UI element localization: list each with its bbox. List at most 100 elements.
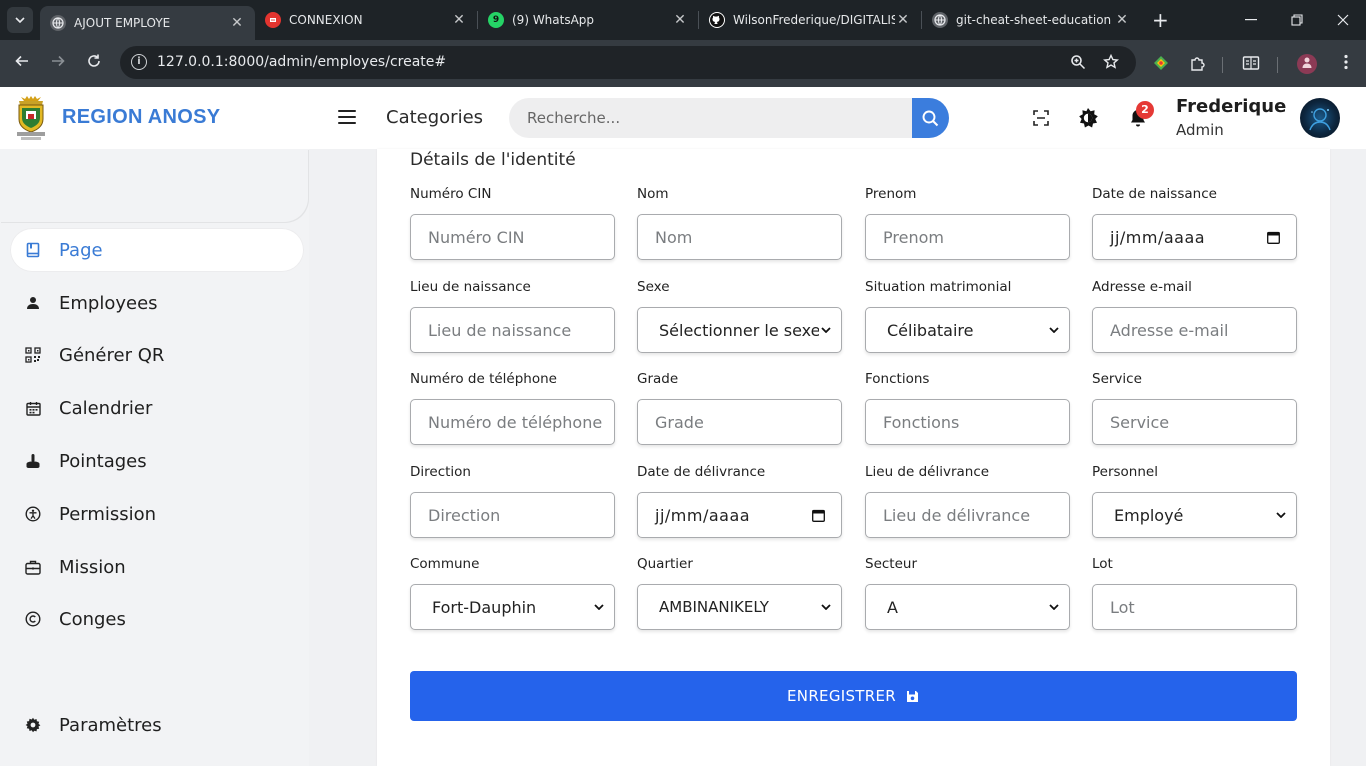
- sexe-select[interactable]: Sélectionner le sexe: [637, 307, 842, 353]
- tab-title: git-cheat-sheet-education: [956, 13, 1112, 27]
- sidebar-item-pointages[interactable]: Pointages: [10, 439, 304, 483]
- save-button[interactable]: ENREGISTRER: [410, 671, 1297, 721]
- back-button[interactable]: [10, 52, 34, 76]
- site-info-icon[interactable]: i: [131, 54, 147, 70]
- whatsapp-icon: 9: [488, 12, 504, 28]
- user-name: Frederique: [1176, 96, 1287, 117]
- sidebar-item-calendrier[interactable]: Calendrier: [10, 386, 304, 430]
- date-delivrance-value: jj/mm/aaaa: [655, 505, 751, 525]
- chevron-down-icon: [15, 17, 25, 23]
- close-icon: [1337, 14, 1349, 26]
- extensions-puzzle-icon[interactable]: [1188, 54, 1208, 74]
- cin-input[interactable]: [411, 215, 614, 259]
- user-avatar[interactable]: [1300, 98, 1340, 138]
- sidebar-item-label: Page: [59, 239, 103, 261]
- situation-select[interactable]: Célibataire: [865, 307, 1070, 353]
- save-button-label: ENREGISTRER: [787, 687, 896, 705]
- prenom-input[interactable]: [866, 215, 1069, 259]
- user-role: Admin: [1176, 121, 1224, 139]
- categories-link[interactable]: Categories: [386, 107, 483, 128]
- service-input[interactable]: [1093, 400, 1296, 444]
- search-button[interactable]: [912, 98, 949, 138]
- tab-ajout-employe[interactable]: AJOUT EMPLOYE ✕: [40, 6, 255, 40]
- grade-input[interactable]: [638, 400, 841, 444]
- tab-title: (9) WhatsApp: [512, 13, 595, 27]
- close-icon[interactable]: ✕: [451, 12, 467, 28]
- email-input[interactable]: [1093, 308, 1296, 352]
- sidebar-item-label: Calendrier: [59, 397, 153, 419]
- date-naissance-input[interactable]: jj/mm/aaaa: [1092, 214, 1297, 260]
- tab-github[interactable]: WilsonFrederique/DIGITALIS ✕: [699, 0, 921, 40]
- grade-field: [637, 399, 842, 445]
- fonctions-input[interactable]: [866, 400, 1069, 444]
- prenom-label: Prenom: [865, 186, 917, 202]
- quartier-select[interactable]: AMBINANIKELY: [637, 584, 842, 630]
- commune-value: Fort-Dauphin: [432, 597, 537, 617]
- service-field: [1092, 399, 1297, 445]
- tab-git-cheat-sheet[interactable]: git-cheat-sheet-education ✕: [922, 0, 1140, 40]
- commune-select[interactable]: Fort-Dauphin: [410, 584, 615, 630]
- lot-label: Lot: [1092, 556, 1113, 572]
- chevron-down-icon: [1047, 604, 1061, 610]
- forward-button[interactable]: [46, 52, 70, 76]
- theme-toggle-icon[interactable]: [1077, 107, 1099, 129]
- more-menu-icon[interactable]: [1336, 54, 1356, 74]
- telephone-input[interactable]: [411, 400, 614, 444]
- sidebar-item-mission[interactable]: Mission: [10, 545, 304, 589]
- search-input[interactable]: [509, 98, 912, 138]
- close-icon[interactable]: ✕: [229, 15, 245, 31]
- lieu-naissance-input[interactable]: [411, 308, 614, 352]
- bookmark-star-icon[interactable]: [1103, 53, 1119, 74]
- extension-color-icon[interactable]: [1151, 54, 1171, 74]
- calendar-icon[interactable]: [811, 508, 825, 522]
- fullscreen-icon[interactable]: [1030, 107, 1052, 129]
- reading-mode-icon[interactable]: [1241, 54, 1261, 74]
- lieu-naissance-field: [410, 307, 615, 353]
- nom-input[interactable]: [638, 215, 841, 259]
- date-naissance-label: Date de naissance: [1092, 186, 1217, 202]
- sidebar-item-label: Employees: [59, 292, 158, 314]
- direction-field: [410, 492, 615, 538]
- hamburger-menu-icon[interactable]: [338, 110, 356, 124]
- tab-search-button[interactable]: [7, 7, 33, 33]
- lieu-delivrance-label: Lieu de délivrance: [865, 464, 990, 480]
- calendar-icon[interactable]: [1266, 230, 1280, 244]
- secteur-value: A: [887, 597, 898, 617]
- close-icon[interactable]: ✕: [1114, 12, 1130, 28]
- close-icon[interactable]: ✕: [672, 12, 688, 28]
- close-icon[interactable]: ✕: [895, 12, 911, 28]
- profile-avatar[interactable]: [1297, 54, 1317, 74]
- sidebar-item-parametres[interactable]: Paramètres: [10, 703, 304, 747]
- tab-whatsapp[interactable]: 9 (9) WhatsApp ✕: [478, 0, 698, 40]
- zoom-icon[interactable]: [1070, 54, 1086, 74]
- lot-input[interactable]: [1093, 585, 1296, 629]
- new-tab-button[interactable]: +: [1152, 8, 1169, 32]
- cin-label: Numéro CIN: [410, 186, 492, 202]
- floppy-disk-icon: [906, 689, 920, 703]
- tab-connexion[interactable]: CONNEXION ✕: [255, 0, 477, 40]
- sidebar-item-conges[interactable]: Conges: [10, 597, 304, 641]
- sidebar-item-generer-qr[interactable]: Générer QR: [10, 333, 304, 377]
- reload-button[interactable]: [82, 52, 106, 76]
- nom-field: [637, 214, 842, 260]
- briefcase-icon: [24, 558, 42, 576]
- notification-badge: 2: [1136, 101, 1154, 119]
- lieu-delivrance-input[interactable]: [866, 493, 1069, 537]
- chevron-down-icon: [1047, 327, 1061, 333]
- address-bar[interactable]: i 127.0.0.1:8000/admin/employes/create#: [120, 46, 1136, 79]
- sidebar-item-permission[interactable]: Permission: [10, 492, 304, 536]
- direction-input[interactable]: [411, 493, 614, 537]
- restore-button[interactable]: [1274, 0, 1320, 40]
- book-icon: [24, 241, 42, 259]
- situation-label: Situation matrimonial: [865, 279, 1012, 295]
- sidebar-item-label: Conges: [59, 608, 126, 630]
- minimize-icon: [1245, 19, 1257, 21]
- sidebar-item-page[interactable]: Page: [10, 228, 304, 272]
- personnel-select[interactable]: Employé: [1092, 492, 1297, 538]
- date-delivrance-input[interactable]: jj/mm/aaaa: [637, 492, 842, 538]
- secteur-select[interactable]: A: [865, 584, 1070, 630]
- sidebar-item-label: Pointages: [59, 450, 147, 472]
- minimize-button[interactable]: [1228, 0, 1274, 40]
- sidebar-item-employees[interactable]: Employees: [10, 281, 304, 325]
- close-window-button[interactable]: [1320, 0, 1366, 40]
